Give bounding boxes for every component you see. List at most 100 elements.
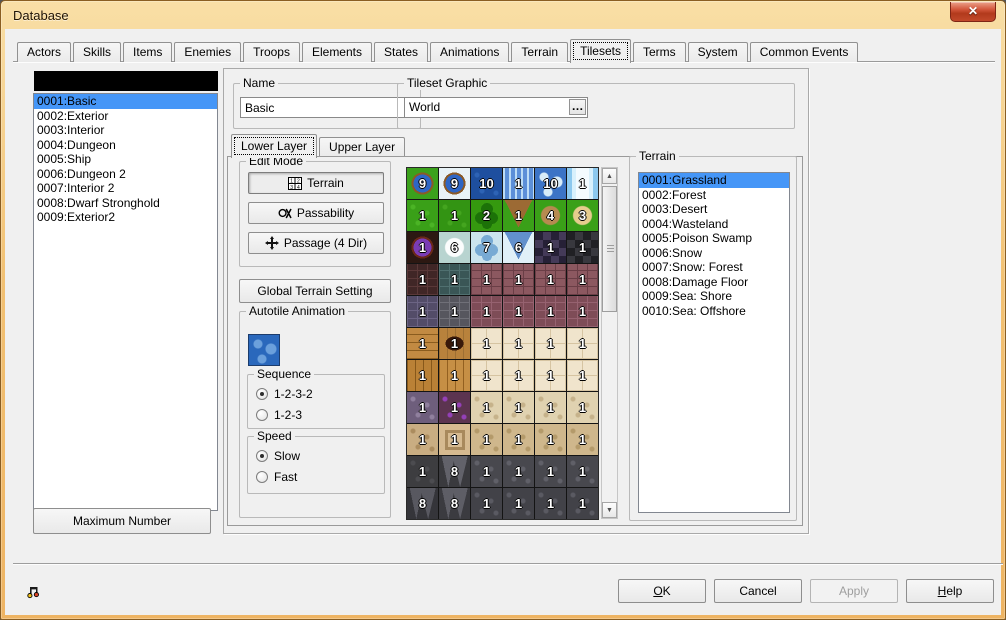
tile-cell[interactable]: 6 — [439, 232, 470, 263]
tile-cell[interactable]: 1 — [471, 264, 502, 295]
tile-cell[interactable]: 1 — [503, 168, 534, 199]
tileset-item-0001-basic[interactable]: 0001:Basic — [34, 94, 217, 109]
tile-cell[interactable]: 1 — [503, 328, 534, 359]
global-terrain-setting-button[interactable]: Global Terrain Setting — [239, 279, 391, 303]
tab-animations[interactable]: Animations — [430, 42, 509, 62]
terrain-item-0008-damage-floor[interactable]: 0008:Damage Floor — [639, 275, 789, 290]
tile-cell[interactable]: 1 — [567, 360, 598, 391]
tile-cell[interactable]: 1 — [439, 360, 470, 391]
tab-common-events[interactable]: Common Events — [750, 42, 859, 62]
tab-troops[interactable]: Troops — [243, 42, 300, 62]
name-input[interactable] — [240, 97, 414, 118]
tile-cell[interactable]: 1 — [503, 360, 534, 391]
tile-cell[interactable]: 1 — [567, 488, 598, 519]
close-button[interactable]: ✕ — [950, 2, 996, 22]
tile-cell[interactable]: 1 — [407, 296, 438, 327]
tile-cell[interactable]: 6 — [503, 232, 534, 263]
tile-cell[interactable]: 1 — [567, 168, 598, 199]
tile-cell[interactable]: 8 — [407, 488, 438, 519]
scroll-up-button[interactable]: ▲ — [602, 168, 617, 184]
tileset-item-0002-exterior[interactable]: 0002:Exterior — [34, 109, 217, 124]
tile-cell[interactable]: 1 — [567, 328, 598, 359]
passability-mode-button[interactable]: Passability — [248, 202, 384, 224]
tile-cell[interactable]: 4 — [535, 200, 566, 231]
sequence-option-1-2-3-2[interactable]: 1-2-3-2 — [256, 387, 313, 401]
passage-4-dir-mode-button[interactable]: Passage (4 Dir) — [248, 232, 384, 254]
terrain-item-0001-grassland[interactable]: 0001:Grassland — [639, 173, 789, 188]
tileset-item-0006-dungeon-2[interactable]: 0006:Dungeon 2 — [34, 167, 217, 182]
tile-cell[interactable]: 1 — [439, 296, 470, 327]
layer-tab-upper-layer[interactable]: Upper Layer — [319, 137, 405, 157]
tab-enemies[interactable]: Enemies — [174, 42, 241, 62]
terrain-item-0006-snow[interactable]: 0006:Snow — [639, 246, 789, 261]
tileset-scrollbar[interactable]: ▲ ▼ — [601, 167, 618, 519]
tile-cell[interactable]: 1 — [439, 200, 470, 231]
tile-cell[interactable]: 1 — [407, 360, 438, 391]
tile-cell[interactable]: 1 — [471, 328, 502, 359]
tile-cell[interactable]: 8 — [439, 488, 470, 519]
speed-radio-fast[interactable] — [256, 471, 268, 483]
tab-tilesets[interactable]: Tilesets — [570, 39, 631, 63]
tile-cell[interactable]: 1 — [471, 456, 502, 487]
cancel-button[interactable]: Cancel — [714, 579, 802, 603]
tile-cell[interactable]: 1 — [407, 392, 438, 423]
tile-cell[interactable]: 8 — [439, 456, 470, 487]
tile-cell[interactable]: 1 — [567, 456, 598, 487]
tab-items[interactable]: Items — [123, 42, 172, 62]
ok-button[interactable]: OK — [618, 579, 706, 603]
terrain-item-0010-sea-offshore[interactable]: 0010:Sea: Offshore — [639, 304, 789, 319]
terrain-item-0009-sea-shore[interactable]: 0009:Sea: Shore — [639, 289, 789, 304]
sequence-radio-1-2-3-2[interactable] — [256, 388, 268, 400]
tile-cell[interactable]: 1 — [503, 296, 534, 327]
speed-option-slow[interactable]: Slow — [256, 449, 300, 463]
tile-cell[interactable]: 1 — [503, 456, 534, 487]
tile-cell[interactable]: 1 — [567, 424, 598, 455]
tile-cell[interactable]: 1 — [535, 296, 566, 327]
tile-cell[interactable]: 9 — [407, 168, 438, 199]
terrain-item-0004-wasteland[interactable]: 0004:Wasteland — [639, 217, 789, 232]
terrain-mode-button[interactable]: 1234Terrain — [248, 172, 384, 194]
tile-cell[interactable]: 9 — [439, 168, 470, 199]
terrain-listbox[interactable]: 0001:Grassland0002:Forest0003:Desert0004… — [638, 172, 790, 513]
tile-cell[interactable]: 1 — [567, 392, 598, 423]
tile-cell[interactable]: 1 — [407, 264, 438, 295]
sequence-option-1-2-3[interactable]: 1-2-3 — [256, 408, 302, 422]
tab-states[interactable]: States — [374, 42, 428, 62]
tile-cell[interactable]: 3 — [567, 200, 598, 231]
tile-cell[interactable]: 1 — [407, 424, 438, 455]
tile-cell[interactable]: 1 — [439, 392, 470, 423]
tile-cell[interactable]: 1 — [407, 328, 438, 359]
tile-cell[interactable]: 7 — [471, 232, 502, 263]
tile-cell[interactable]: 1 — [567, 264, 598, 295]
tab-system[interactable]: System — [688, 42, 748, 62]
scroll-down-button[interactable]: ▼ — [602, 502, 617, 518]
tileset-item-0005-ship[interactable]: 0005:Ship — [34, 152, 217, 167]
tileset-item-0007-interior-2[interactable]: 0007:Interior 2 — [34, 181, 217, 196]
tile-cell[interactable]: 1 — [535, 264, 566, 295]
tile-cell[interactable]: 1 — [535, 488, 566, 519]
tileset-item-0009-exterior2[interactable]: 0009:Exterior2 — [34, 210, 217, 225]
tab-terrain[interactable]: Terrain — [511, 42, 568, 62]
tile-cell[interactable]: 1 — [535, 424, 566, 455]
tab-skills[interactable]: Skills — [73, 42, 121, 62]
tile-cell[interactable]: 10 — [535, 168, 566, 199]
tab-terms[interactable]: Terms — [633, 42, 686, 62]
speed-radio-slow[interactable] — [256, 450, 268, 462]
speed-option-fast[interactable]: Fast — [256, 470, 297, 484]
tile-cell[interactable]: 1 — [567, 232, 598, 263]
tile-cell[interactable]: 1 — [471, 424, 502, 455]
terrain-item-0005-poison-swamp[interactable]: 0005:Poison Swamp — [639, 231, 789, 246]
tileset-item-0008-dwarf-stronghold[interactable]: 0008:Dwarf Stronghold — [34, 196, 217, 211]
help-button[interactable]: Help — [906, 579, 994, 603]
browse-button[interactable]: … — [569, 99, 586, 115]
tile-cell[interactable]: 1 — [407, 200, 438, 231]
tile-cell[interactable]: 1 — [567, 296, 598, 327]
tile-cell[interactable]: 1 — [407, 456, 438, 487]
tileset-graphic-field[interactable]: World … — [404, 97, 588, 118]
tile-cell[interactable]: 1 — [471, 392, 502, 423]
tile-cell[interactable]: 1 — [471, 360, 502, 391]
scrollbar-thumb[interactable] — [602, 186, 617, 312]
sequence-radio-1-2-3[interactable] — [256, 409, 268, 421]
tile-cell[interactable]: 2 — [471, 200, 502, 231]
tile-cell[interactable]: 1 — [503, 264, 534, 295]
